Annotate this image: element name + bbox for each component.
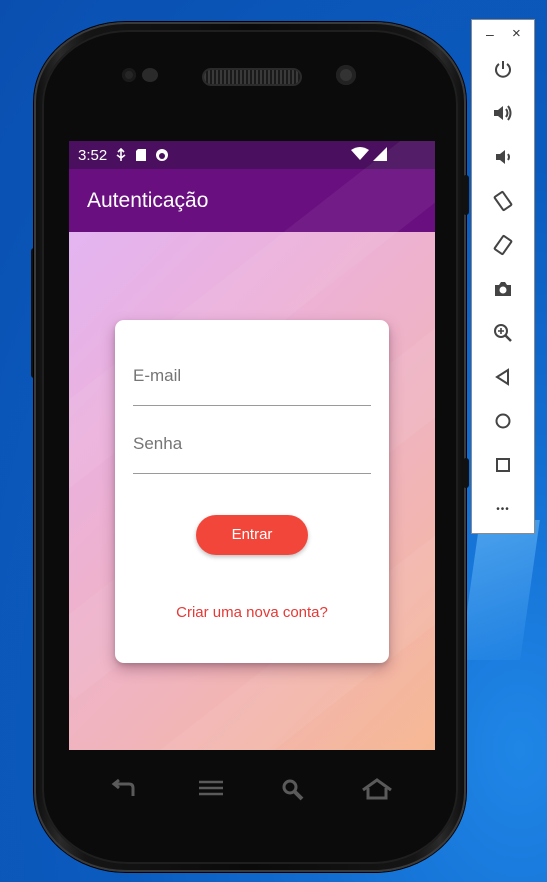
volume-down-icon[interactable] xyxy=(490,144,516,170)
wifi-icon xyxy=(351,147,369,165)
home-icon[interactable] xyxy=(490,408,516,434)
create-account-link[interactable]: Criar uma nova conta? xyxy=(115,604,389,621)
power-icon[interactable] xyxy=(490,56,516,82)
phone-speaker xyxy=(204,70,300,84)
camera-icon[interactable] xyxy=(490,276,516,302)
overview-icon[interactable] xyxy=(490,452,516,478)
phone-sensor xyxy=(142,68,158,82)
panel-titlebar: – × xyxy=(472,20,534,50)
phone-nav-bar xyxy=(69,750,435,830)
sd-card-icon xyxy=(135,148,147,162)
password-input[interactable] xyxy=(133,434,371,454)
status-time: 3:52 xyxy=(78,146,108,164)
phone-side-button xyxy=(463,458,469,488)
login-card: Entrar Criar uma nova conta? xyxy=(115,320,389,663)
more-icon[interactable]: ••• xyxy=(490,496,516,522)
hw-menu-icon[interactable] xyxy=(197,778,225,804)
hw-home-icon[interactable] xyxy=(361,778,393,806)
phone-sensor xyxy=(122,68,136,82)
page-title: Autenticação xyxy=(87,188,209,212)
email-field[interactable] xyxy=(133,346,371,406)
hw-search-icon[interactable] xyxy=(281,778,305,808)
email-input[interactable] xyxy=(133,366,371,386)
volume-up-icon[interactable] xyxy=(490,100,516,126)
emulator-panel: – × ••• xyxy=(471,19,535,534)
login-background: Entrar Criar uma nova conta? xyxy=(69,141,435,750)
usb-debug-icon xyxy=(115,148,127,162)
zoom-icon[interactable] xyxy=(490,320,516,346)
phone-front-camera xyxy=(336,65,356,85)
login-button[interactable]: Entrar xyxy=(196,515,308,555)
password-field[interactable] xyxy=(133,414,371,474)
desktop-light-beam xyxy=(460,520,540,660)
hw-back-icon[interactable] xyxy=(109,778,137,806)
password-underline xyxy=(133,473,371,474)
phone-screen: 3:52 Autenticação E-mail Entrar Criar um… xyxy=(69,141,435,750)
back-icon[interactable] xyxy=(490,364,516,390)
rotate-left-icon[interactable] xyxy=(490,188,516,214)
sync-icon xyxy=(155,148,169,162)
email-underline xyxy=(133,405,371,406)
rotate-right-icon[interactable] xyxy=(490,232,516,258)
close-button[interactable]: × xyxy=(512,25,521,42)
phone-side-button xyxy=(463,175,469,215)
minimize-button[interactable]: – xyxy=(486,26,494,42)
